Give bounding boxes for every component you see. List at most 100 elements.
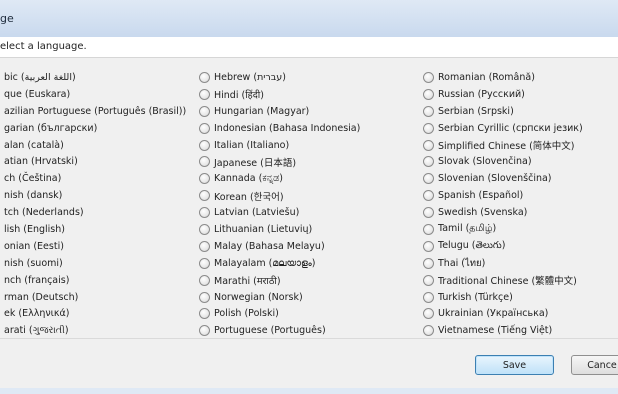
window-bottom-edge	[0, 388, 618, 394]
radio-button-icon[interactable]	[199, 257, 210, 269]
language-option[interactable]: Romanian (Română)	[423, 69, 583, 86]
radio-button-icon[interactable]	[199, 207, 210, 219]
language-option[interactable]: Japanese (日本語)	[199, 153, 360, 170]
language-option[interactable]: Polish (Polski)	[199, 305, 360, 322]
title-bar: ge	[0, 0, 618, 38]
radio-button-icon[interactable]	[199, 71, 210, 83]
radio-button-icon[interactable]	[199, 105, 210, 117]
language-option-label: Marathi (मराठी)	[214, 275, 281, 287]
language-option[interactable]: Marathi (मराठी)	[199, 272, 360, 289]
radio-button-icon[interactable]	[199, 223, 210, 235]
language-option[interactable]: atian (Hrvatski)	[0, 153, 186, 170]
language-option-label: Latvian (Latviešu)	[214, 207, 300, 219]
language-option[interactable]: Indonesian (Bahasa Indonesia)	[199, 120, 360, 137]
radio-button-icon[interactable]	[423, 190, 434, 202]
language-option[interactable]: Kannada (ಕನ್ನಡ)	[199, 170, 360, 187]
radio-button-icon[interactable]	[423, 71, 434, 83]
language-option-label: Hebrew (עברית)	[214, 71, 286, 83]
language-option[interactable]: nch (français)	[0, 272, 186, 289]
language-option[interactable]: Serbian (Srpski)	[423, 103, 583, 120]
language-option[interactable]: Malay (Bahasa Melayu)	[199, 238, 360, 255]
language-option[interactable]: Latvian (Latviešu)	[199, 204, 360, 221]
radio-button-icon[interactable]	[423, 240, 434, 252]
radio-button-icon[interactable]	[423, 122, 434, 134]
language-option[interactable]: lish (English)	[0, 221, 186, 238]
radio-button-icon[interactable]	[199, 190, 210, 202]
language-option[interactable]: azilian Portuguese (Português (Brasil))	[0, 103, 186, 120]
language-option-label: nish (suomi)	[4, 257, 63, 269]
radio-button-icon[interactable]	[423, 223, 434, 235]
cancel-button[interactable]: Cance	[571, 355, 618, 375]
language-option-label: alan (català)	[4, 139, 64, 151]
language-option[interactable]: Norwegian (Norsk)	[199, 289, 360, 306]
language-option[interactable]: Slovak (Slovenčina)	[423, 153, 583, 170]
radio-button-icon[interactable]	[423, 139, 434, 151]
language-option[interactable]: Telugu (తెలుగు)	[423, 238, 583, 255]
instruction-bar: elect a language.	[0, 37, 618, 58]
language-option-label: onian (Eesti)	[4, 240, 64, 252]
language-option[interactable]: bic (اللغة العربية)	[0, 69, 186, 86]
language-option[interactable]: Russian (Русский)	[423, 86, 583, 103]
language-option[interactable]: que (Euskara)	[0, 86, 186, 103]
language-option-label: Kannada (ಕನ್ನಡ)	[214, 173, 283, 185]
language-option[interactable]: ch (Čeština)	[0, 170, 186, 187]
radio-button-icon[interactable]	[199, 274, 210, 286]
language-option[interactable]: Thai (ไทย)	[423, 255, 583, 272]
language-option[interactable]: Vietnamese (Tiếng Việt)	[423, 322, 583, 339]
language-option[interactable]: Portuguese (Português)	[199, 322, 360, 339]
radio-button-icon[interactable]	[423, 325, 434, 337]
language-option[interactable]: nish (suomi)	[0, 255, 186, 272]
language-option-label: Hungarian (Magyar)	[214, 105, 310, 117]
language-option[interactable]: Simplified Chinese (简体中文)	[423, 137, 583, 154]
radio-button-icon[interactable]	[423, 257, 434, 269]
radio-button-icon[interactable]	[199, 88, 210, 100]
radio-button-icon[interactable]	[423, 291, 434, 303]
language-option-label: Portuguese (Português)	[214, 325, 326, 337]
language-option[interactable]: Korean (한국어)	[199, 187, 360, 204]
language-option[interactable]: arati (ગુજરાતી)	[0, 322, 186, 339]
radio-button-icon[interactable]	[199, 156, 210, 168]
language-option-label: Slovak (Slovenčina)	[438, 156, 532, 168]
language-option[interactable]: nish (dansk)	[0, 187, 186, 204]
language-option[interactable]: Hebrew (עברית)	[199, 69, 360, 86]
radio-button-icon[interactable]	[423, 156, 434, 168]
radio-button-icon[interactable]	[199, 325, 210, 337]
dialog-footer: Save Cance	[0, 338, 618, 389]
language-option[interactable]: Italian (Italiano)	[199, 137, 360, 154]
language-option[interactable]: ek (Ελληνικά)	[0, 305, 186, 322]
language-option[interactable]: Serbian Cyrillic (српски језик)	[423, 120, 583, 137]
radio-button-icon[interactable]	[423, 274, 434, 286]
language-option[interactable]: Hungarian (Magyar)	[199, 103, 360, 120]
radio-button-icon[interactable]	[423, 88, 434, 100]
radio-button-icon[interactable]	[199, 291, 210, 303]
language-option[interactable]: rman (Deutsch)	[0, 289, 186, 306]
radio-button-icon[interactable]	[199, 173, 210, 185]
language-option[interactable]: Swedish (Svenska)	[423, 204, 583, 221]
language-option[interactable]: Turkish (Türkçe)	[423, 289, 583, 306]
language-option[interactable]: tch (Nederlands)	[0, 204, 186, 221]
language-option[interactable]: onian (Eesti)	[0, 238, 186, 255]
language-option-label: nish (dansk)	[4, 190, 63, 202]
language-option[interactable]: Spanish (Español)	[423, 187, 583, 204]
language-option[interactable]: Lithuanian (Lietuvių)	[199, 221, 360, 238]
language-option[interactable]: Malayalam (മലയാളം)	[199, 255, 360, 272]
radio-button-icon[interactable]	[423, 308, 434, 320]
radio-button-icon[interactable]	[199, 122, 210, 134]
language-option[interactable]: alan (català)	[0, 137, 186, 154]
language-option-label: garian (български)	[4, 122, 98, 134]
language-option[interactable]: Hindi (हिंदी)	[199, 86, 360, 103]
radio-button-icon[interactable]	[423, 173, 434, 185]
cancel-button-label: Cance	[587, 359, 617, 371]
language-option[interactable]: Traditional Chinese (繁體中文)	[423, 272, 583, 289]
radio-button-icon[interactable]	[199, 240, 210, 252]
language-option[interactable]: Ukrainian (Українська)	[423, 305, 583, 322]
language-option[interactable]: Slovenian (Slovenščina)	[423, 170, 583, 187]
save-button[interactable]: Save	[475, 355, 554, 375]
language-option[interactable]: garian (български)	[0, 120, 186, 137]
language-option[interactable]: Tamil (தமிழ்)	[423, 221, 583, 238]
radio-button-icon[interactable]	[199, 308, 210, 320]
radio-button-icon[interactable]	[423, 207, 434, 219]
radio-button-icon[interactable]	[199, 139, 210, 151]
radio-button-icon[interactable]	[423, 105, 434, 117]
language-option-label: que (Euskara)	[4, 88, 71, 100]
